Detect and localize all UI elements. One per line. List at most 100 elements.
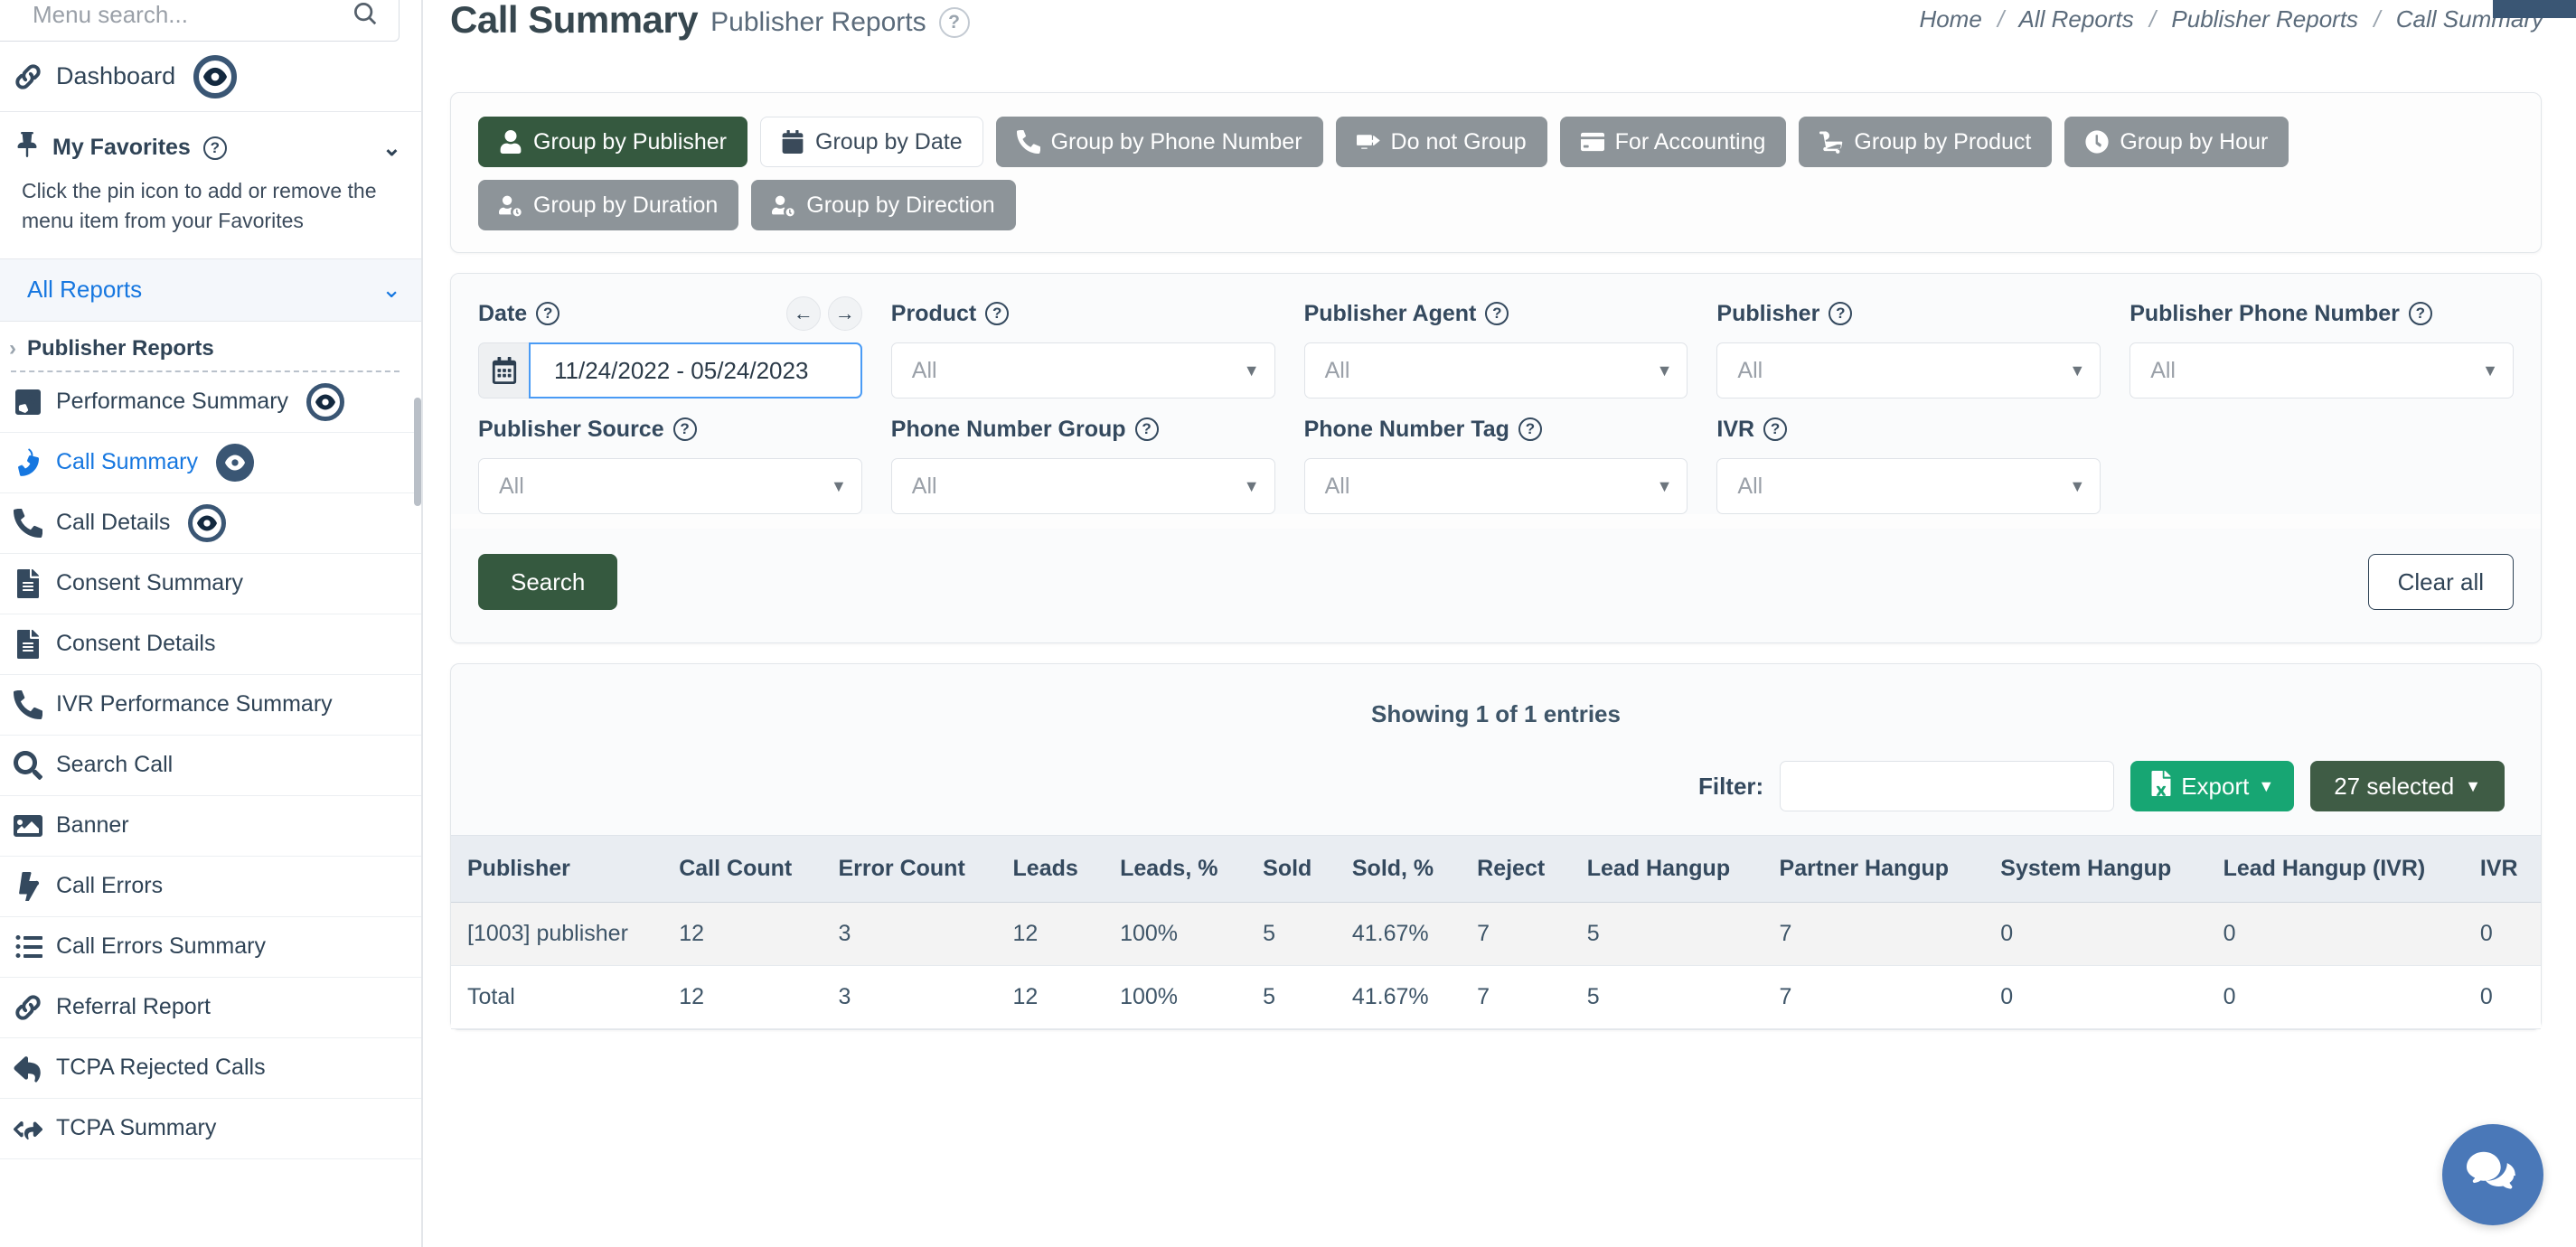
date-prev-button[interactable]: ← [785,296,821,331]
cell-sold: 5 [1246,965,1336,1029]
date-range-field[interactable] [478,342,862,398]
group-by-group-by-product-button[interactable]: Group by Product [1799,117,2053,167]
help-icon[interactable]: ? [202,136,227,160]
group-by-group-by-date-button[interactable]: Group by Date [760,117,983,167]
sidebar-item-call-errors[interactable]: Call Errors [0,857,421,917]
sidebar-item-consent-details[interactable]: Consent Details [0,614,421,675]
menu-search-input[interactable] [0,1,399,29]
help-icon[interactable]: ? [938,7,970,38]
help-icon[interactable]: ? [1829,302,1853,325]
phone-number-tag-select[interactable]: All ▼ [1303,458,1688,514]
cell-system-hangup: 0 [1984,902,2207,966]
help-icon[interactable]: ? [1485,302,1509,325]
sidebar-item-call-details[interactable]: Call Details [0,493,421,554]
column-header-lead-hangup-ivr-[interactable]: Lead Hangup (IVR) [2206,835,2464,903]
help-icon[interactable]: ? [985,302,1010,325]
table-filter-input[interactable] [1780,761,2115,811]
column-header-error-count[interactable]: Error Count [822,835,997,903]
sidebar-item-all-reports[interactable]: All Reports ⌄ [0,258,421,732]
sidebar-item-call-summary[interactable]: Call Summary [0,433,421,493]
publisher-source-select[interactable]: All ▼ [478,458,862,514]
eye-icon[interactable] [193,54,238,98]
group-by-do-not-group-button[interactable]: Do not Group [1335,117,1547,167]
help-icon[interactable]: ? [1763,417,1788,441]
breadcrumb-all-reports[interactable]: All Reports [2019,5,2134,33]
search-button[interactable]: Search [478,554,618,610]
table-header-row: Publisher Call Count Error Count Leads Leads… [451,835,2541,903]
sidebar-item-label: Call Errors Summary [56,933,266,960]
sidebar-section-favorites[interactable]: My Favorites ? ⌄ [0,112,421,173]
phone-number-group-select[interactable]: All ▼ [890,458,1275,514]
filter-publisher-source: Publisher Source ? All ▼ [478,413,862,514]
column-header-leads-[interactable]: Leads, % [1104,835,1247,903]
column-header-reject[interactable]: Reject [1461,835,1571,903]
column-header-sold-[interactable]: Sold, % [1335,835,1462,903]
sidebar-item-ivr-performance-summary[interactable]: IVR Performance Summary [0,675,421,736]
favorites-label: My Favorites [52,135,191,160]
sidebar-item-tcpa-summary[interactable]: TCPA Summary [0,1099,421,1159]
sidebar-item-banner[interactable]: Banner [0,796,421,857]
filter-label-row: Phone Number Group ? [891,413,1275,445]
sidebar-item-consent-summary[interactable]: Consent Summary [0,554,421,614]
column-header-system-hangup[interactable]: System Hangup [1984,835,2207,903]
product-select[interactable]: All ▼ [890,342,1275,398]
menu-search[interactable] [0,0,400,42]
group-by-group-by-duration-button[interactable]: Group by Duration [478,180,739,230]
breadcrumb-separator: / [2374,5,2381,33]
help-icon[interactable]: ? [536,302,560,325]
column-header-ivr[interactable]: IVR [2463,835,2541,903]
chevron-down-icon[interactable]: ⌄ [381,276,401,304]
group-by-for-accounting-button[interactable]: For Accounting [1559,117,1787,167]
publisher-agent-select[interactable]: All ▼ [1303,342,1688,398]
column-header-partner-hangup[interactable]: Partner Hangup [1763,835,1985,903]
filter-spacer [2129,413,2514,514]
column-header-lead-hangup[interactable]: Lead Hangup [1570,835,1763,903]
sidebar-item-performance-summary[interactable]: Performance Summary [0,372,421,433]
ivr-select[interactable]: All ▼ [1716,458,2101,514]
group-by-group-by-hour-button[interactable]: Group by Hour [2064,117,2289,167]
select-value: All [911,473,937,499]
breadcrumb[interactable]: Home / All Reports / Publisher Reports /… [1919,0,2543,33]
sidebar-scrollbar[interactable] [414,398,421,506]
chevron-down-icon[interactable]: ⌄ [382,135,401,162]
help-icon[interactable]: ? [2408,302,2432,325]
cell-leads: 12 [996,965,1105,1029]
sidebar-item-referral-report[interactable]: Referral Report [0,978,421,1038]
clear-all-button[interactable]: Clear all [2367,554,2514,610]
column-header-sold[interactable]: Sold [1246,835,1336,903]
notification-overlay-panel[interactable] [2493,0,2576,18]
publisher-phone-number-select[interactable]: All ▼ [2129,342,2514,398]
group-by-group-by-publisher-button[interactable]: Group by Publisher [478,117,748,167]
breadcrumb-publisher-reports[interactable]: Publisher Reports [2171,5,2358,33]
date-next-button[interactable]: → [827,296,862,331]
date-range-input[interactable] [529,342,862,398]
select-value: All [1324,357,1350,383]
group-by-button-label: Group by Hour [2120,128,2269,155]
eye-icon[interactable] [215,443,254,482]
eye-icon[interactable] [188,503,227,542]
column-header-call-count[interactable]: Call Count [663,835,823,903]
columns-selected-button[interactable]: 27 selected ▼ [2310,761,2505,811]
table-scroll-region[interactable]: Publisher Call Count Error Count Leads Leads… [451,835,2541,1029]
calendar-icon[interactable] [478,342,529,398]
group-by-group-by-direction-button[interactable]: Group by Direction [751,180,1016,230]
sidebar-section-publisher-reports[interactable]: › Publisher Reports [0,322,421,370]
group-by-group-by-phone-number-button[interactable]: Group by Phone Number [995,117,1323,167]
breadcrumb-home[interactable]: Home [1919,5,1981,33]
help-icon[interactable]: ? [672,417,697,441]
help-icon[interactable]: ? [1518,417,1542,441]
sidebar-item-dashboard[interactable]: Dashboard [0,42,421,112]
eye-icon[interactable] [306,382,345,421]
sidebar-item-label: Consent Details [56,631,216,657]
help-icon[interactable]: ? [1134,417,1159,441]
publisher-select[interactable]: All ▼ [1716,342,2101,398]
sidebar-item-call-errors-summary[interactable]: Call Errors Summary [0,917,421,978]
sidebar-item-label: Call Summary [56,449,198,475]
user-clock-icon [772,193,795,217]
chat-widget-button[interactable] [2442,1124,2543,1225]
sidebar-item-tcpa-rejected-calls[interactable]: TCPA Rejected Calls [0,1038,421,1099]
export-button[interactable]: Export ▼ [2130,761,2295,811]
column-header-leads[interactable]: Leads [996,835,1105,903]
column-header-publisher[interactable]: Publisher [451,835,663,903]
sidebar-item-search-call[interactable]: Search Call [0,736,421,796]
